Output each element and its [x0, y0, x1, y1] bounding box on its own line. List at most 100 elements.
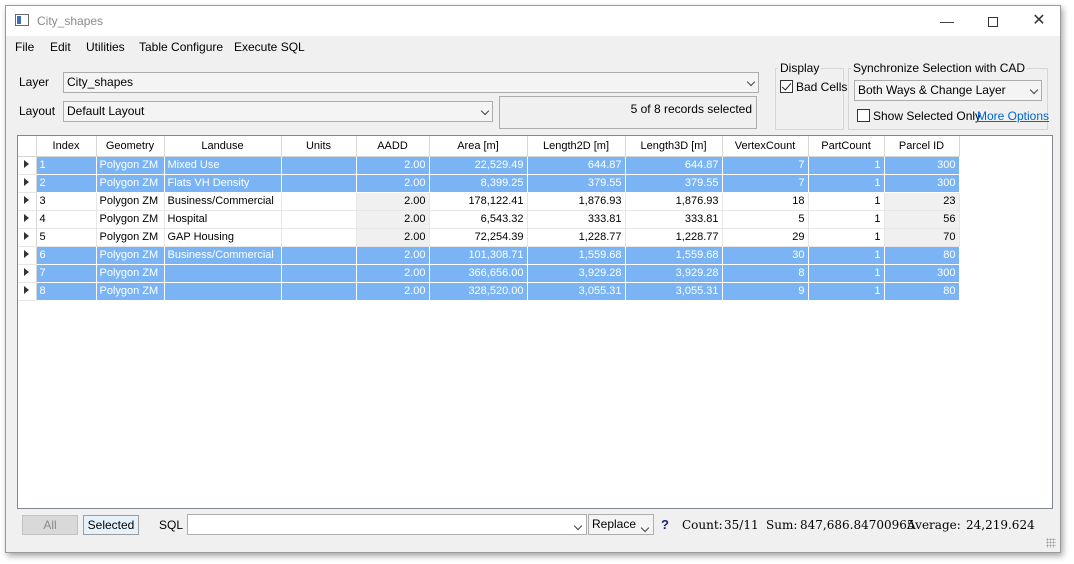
table-cell[interactable]: 3	[36, 192, 97, 211]
table-cell[interactable]: Polygon ZM	[96, 228, 165, 247]
table-cell[interactable]: 1,559.68	[625, 246, 723, 265]
table-cell[interactable]: 1	[808, 246, 885, 265]
table-cell[interactable]: 80	[884, 282, 960, 301]
table-row[interactable]: 5 Polygon ZM GAP Housing 2.00 72,254.39 1,228…	[18, 228, 960, 247]
table-cell[interactable]: 300	[884, 264, 960, 283]
column-header-parcel-id[interactable]: Parcel ID	[884, 136, 960, 157]
show-selected-only-checkbox[interactable]	[857, 109, 870, 122]
table-cell[interactable]: 7	[722, 156, 809, 175]
table-cell[interactable]: 379.55	[625, 174, 723, 193]
table-cell[interactable]: 3,055.31	[625, 282, 723, 301]
column-header-length2d[interactable]: Length2D [m]	[527, 136, 626, 157]
column-header-area[interactable]: Area [m]	[429, 136, 528, 157]
table-cell[interactable]: Polygon ZM	[96, 282, 165, 301]
table-cell[interactable]: Polygon ZM	[96, 156, 165, 175]
expand-arrow-icon[interactable]	[24, 214, 30, 222]
table-row[interactable]: 6 Polygon ZM Business/Commercial 2.00 101,30…	[18, 246, 960, 265]
table-cell[interactable]: 366,656.00	[429, 264, 528, 283]
table-cell[interactable]: 8,399.25	[429, 174, 528, 193]
table-cell[interactable]: 379.55	[527, 174, 626, 193]
table-row[interactable]: 2 Polygon ZM Flats VH Density 2.00 8,399.25 3…	[18, 174, 960, 193]
table-cell[interactable]	[164, 264, 282, 283]
table-cell[interactable]: 2.00	[356, 192, 430, 211]
table-cell[interactable]: 2	[36, 174, 97, 193]
table-cell[interactable]	[281, 264, 357, 283]
table-cell[interactable]: 1	[808, 174, 885, 193]
table-cell[interactable]: 2.00	[356, 264, 430, 283]
table-cell[interactable]: Polygon ZM	[96, 210, 165, 229]
table-cell[interactable]: 70	[884, 228, 960, 247]
expand-arrow-icon[interactable]	[24, 250, 30, 258]
more-options-link[interactable]: More Options	[977, 109, 1049, 123]
row-header[interactable]	[18, 210, 37, 229]
table-row[interactable]: 1 Polygon ZM Mixed Use 2.00 22,529.49 644.87 6…	[18, 156, 960, 175]
table-row[interactable]: 7 Polygon ZM 2.00 366,656.00 3,929.28 3,929.2…	[18, 264, 960, 283]
column-header-index[interactable]: Index	[36, 136, 97, 157]
table-cell[interactable]: Polygon ZM	[96, 192, 165, 211]
table-cell[interactable]: 101,308.71	[429, 246, 528, 265]
table-cell[interactable]: Flats VH Density	[164, 174, 282, 193]
column-header-geometry[interactable]: Geometry	[96, 136, 165, 157]
table-cell[interactable]: 6	[36, 246, 97, 265]
resize-grip-icon[interactable]	[1046, 538, 1056, 548]
expand-arrow-icon[interactable]	[24, 286, 30, 294]
close-button[interactable]: ✕	[1016, 6, 1062, 36]
table-cell[interactable]: 8	[722, 264, 809, 283]
table-cell[interactable]: Mixed Use	[164, 156, 282, 175]
table-cell[interactable]: 1	[36, 156, 97, 175]
table-cell[interactable]: 644.87	[625, 156, 723, 175]
table-cell[interactable]: Polygon ZM	[96, 246, 165, 265]
table-cell[interactable]: 333.81	[527, 210, 626, 229]
table-cell[interactable]: 1	[808, 264, 885, 283]
table-cell[interactable]: 7	[36, 264, 97, 283]
table-cell[interactable]	[281, 228, 357, 247]
column-header-units[interactable]: Units	[281, 136, 357, 157]
replace-mode-select[interactable]: Replace	[588, 514, 654, 535]
table-cell[interactable]: 333.81	[625, 210, 723, 229]
table-row[interactable]: 3 Polygon ZM Business/Commercial 2.00 178,12…	[18, 192, 960, 211]
table-cell[interactable]	[281, 192, 357, 211]
table-cell[interactable]	[281, 156, 357, 175]
expand-arrow-icon[interactable]	[24, 160, 30, 168]
table-cell[interactable]: 1,559.68	[527, 246, 626, 265]
table-cell[interactable]: 3,929.28	[527, 264, 626, 283]
table-cell[interactable]: 644.87	[527, 156, 626, 175]
row-header[interactable]	[18, 174, 37, 193]
table-cell[interactable]: 2.00	[356, 174, 430, 193]
column-header-aadd[interactable]: AADD	[356, 136, 430, 157]
title-bar[interactable]: City_shapes — ✕	[6, 6, 1060, 36]
maximize-button[interactable]	[970, 6, 1016, 36]
menu-edit[interactable]: Edit	[50, 40, 71, 54]
table-cell[interactable]: 9	[722, 282, 809, 301]
table-cell[interactable]: 29	[722, 228, 809, 247]
table-row[interactable]: 8 Polygon ZM 2.00 328,520.00 3,055.31 3,055.3…	[18, 282, 960, 301]
table-cell[interactable]: 2.00	[356, 282, 430, 301]
attribute-table[interactable]: Index Geometry Landuse Units AADD Area […	[17, 135, 1053, 509]
table-cell[interactable]: 2.00	[356, 210, 430, 229]
row-header[interactable]	[18, 264, 37, 283]
table-cell[interactable]: 22,529.49	[429, 156, 528, 175]
table-cell[interactable]: Hospital	[164, 210, 282, 229]
table-cell[interactable]: 18	[722, 192, 809, 211]
table-cell[interactable]: 2.00	[356, 156, 430, 175]
minimize-button[interactable]: —	[924, 6, 970, 36]
column-header-partcount[interactable]: PartCount	[808, 136, 885, 157]
table-cell[interactable]: Polygon ZM	[96, 174, 165, 193]
table-cell[interactable]: 2.00	[356, 228, 430, 247]
table-cell[interactable]: 8	[36, 282, 97, 301]
column-header-length3d[interactable]: Length3D [m]	[625, 136, 723, 157]
table-cell[interactable]: 4	[36, 210, 97, 229]
table-cell[interactable]: 23	[884, 192, 960, 211]
table-cell[interactable]: 1	[808, 210, 885, 229]
table-cell[interactable]: 6,543.32	[429, 210, 528, 229]
table-cell[interactable]: 30	[722, 246, 809, 265]
table-cell[interactable]: 178,122.41	[429, 192, 528, 211]
table-cell[interactable]: 5	[36, 228, 97, 247]
table-cell[interactable]: 300	[884, 156, 960, 175]
bad-cells-checkbox[interactable]	[780, 80, 793, 93]
table-cell[interactable]: 328,520.00	[429, 282, 528, 301]
layout-select[interactable]: Default Layout	[63, 101, 493, 122]
row-header[interactable]	[18, 228, 37, 247]
chevron-down-icon[interactable]	[573, 518, 583, 532]
table-cell[interactable]: 1,228.77	[625, 228, 723, 247]
